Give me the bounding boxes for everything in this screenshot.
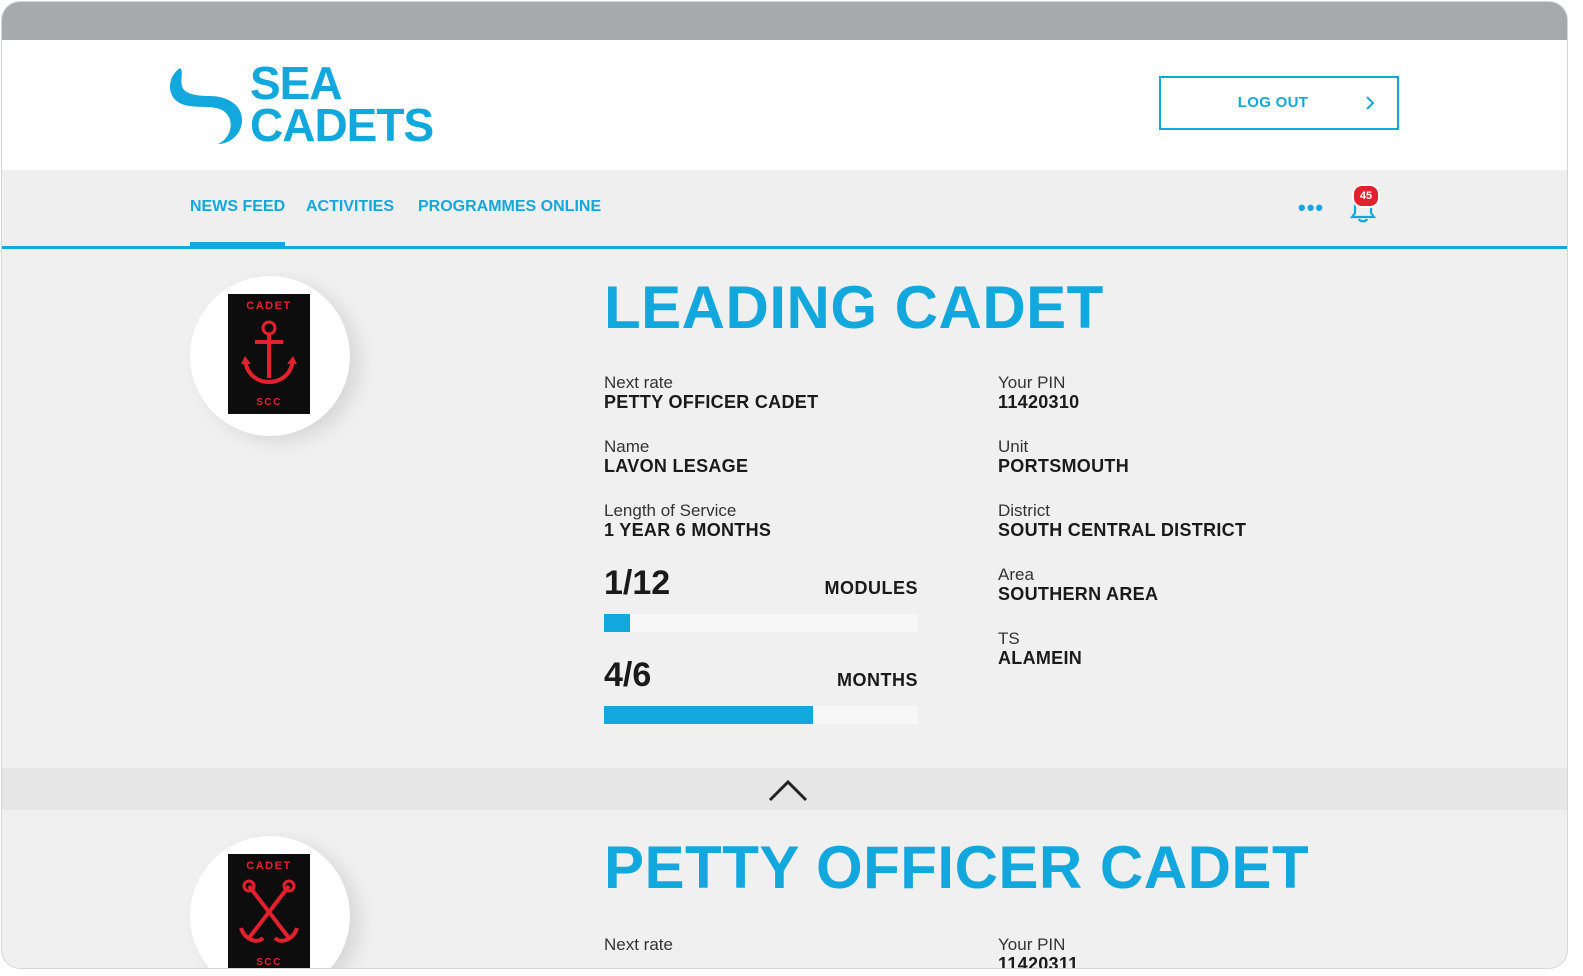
field-label: Area (998, 565, 1034, 584)
sea-cadets-logo[interactable]: SEA CADETS (166, 57, 456, 152)
field-ts: TS ALAMEIN (998, 629, 1083, 669)
field-value: PETTY OFFICER CADET (604, 392, 819, 412)
logo-line-1: SEA (250, 57, 343, 109)
log-out-label: LOG OUT (1237, 94, 1309, 111)
patch-top-text: CADET (246, 300, 292, 312)
patch-bottom-text: SCC (256, 397, 282, 408)
rank-badge: CADET SCC (190, 276, 350, 436)
field-value: SOUTH CENTRAL DISTRICT (998, 520, 1247, 540)
collapse-band (2, 768, 1567, 810)
modules-unit: MODULES (824, 578, 918, 598)
field-value: LAVON LESAGE (604, 456, 749, 476)
field-district: District SOUTH CENTRAL DISTRICT (998, 501, 1247, 541)
app-window: SEA CADETS LOG OUT NEWS FEED ACTIVITIES … (2, 2, 1567, 968)
field-label: TS (998, 629, 1020, 648)
rank-title: LEADING CADET (604, 274, 1104, 341)
log-out-button[interactable]: LOG OUT (1159, 76, 1399, 130)
field-label: Length of Service (604, 501, 737, 520)
more-menu-icon[interactable]: ••• (1298, 197, 1324, 219)
field-value: 11420311 (998, 954, 1079, 968)
nav-activities[interactable]: ACTIVITIES (306, 198, 394, 216)
rank-title: PETTY OFFICER CADET (604, 834, 1310, 901)
field-label: Your PIN (998, 935, 1066, 954)
field-unit: Unit PORTSMOUTH (998, 437, 1129, 477)
modules-bar-fill (604, 614, 631, 632)
months-bar-track (604, 706, 918, 724)
field-pin: Your PIN 11420310 (998, 373, 1080, 413)
field-label: Next rate (604, 935, 673, 954)
field-label: Your PIN (998, 373, 1066, 392)
field-next-rate: Next rate PETTY OFFICER CADET (604, 373, 819, 413)
wave-logo-icon (169, 68, 242, 144)
field-length-of-service: Length of Service 1 YEAR 6 MONTHS (604, 501, 772, 541)
site-header: SEA CADETS LOG OUT (2, 40, 1567, 170)
notification-count-badge: 45 (1352, 184, 1380, 208)
modules-bar-track (604, 614, 918, 632)
field-next-rate: Next rate (604, 936, 673, 954)
field-label: Name (604, 437, 650, 456)
rank-badge: CADET SCC (190, 836, 350, 968)
field-value: 11420310 (998, 392, 1080, 412)
field-value: PORTSMOUTH (998, 456, 1129, 476)
chevron-up-icon[interactable] (766, 776, 810, 804)
field-value: 1 YEAR 6 MONTHS (604, 520, 772, 540)
nav-news-feed[interactable]: NEWS FEED (190, 198, 286, 247)
field-pin: Your PIN 11420311 (998, 935, 1079, 969)
rank-patch: CADET SCC (228, 294, 310, 414)
rank-card-petty-officer-cadet: CADET SCC PETTY OFFICER CADET Next rate … (2, 810, 1567, 968)
field-label: Unit (998, 437, 1029, 456)
main-nav: NEWS FEED ACTIVITIES PROGRAMMES ONLINE •… (2, 170, 1567, 249)
crossed-anchors-icon (239, 879, 299, 943)
field-label: District (998, 501, 1050, 520)
anchor-icon (241, 320, 297, 385)
field-label: Next rate (604, 373, 673, 392)
months-bar-fill (604, 706, 814, 724)
months-unit: MONTHS (837, 670, 918, 690)
field-name: Name LAVON LESAGE (604, 437, 749, 477)
browser-top-bar (2, 2, 1567, 40)
modules-count: 1/12 (604, 564, 671, 602)
field-value: SOUTHERN AREA (998, 584, 1159, 604)
rank-card-leading-cadet: CADET SCC LEADING CADET Next rate PETTY … (2, 248, 1567, 768)
field-area: Area SOUTHERN AREA (998, 565, 1159, 605)
field-value: ALAMEIN (998, 648, 1083, 668)
chevron-right-icon (1366, 96, 1375, 110)
patch-top-text: CADET (246, 860, 292, 872)
months-count: 4/6 (604, 656, 652, 694)
nav-programmes-online[interactable]: PROGRAMMES ONLINE (418, 198, 601, 216)
patch-bottom-text: SCC (256, 957, 282, 968)
rank-patch: CADET SCC (228, 854, 310, 968)
logo-wordmark: SEA CADETS (250, 57, 434, 151)
logo-line-2: CADETS (250, 99, 434, 151)
